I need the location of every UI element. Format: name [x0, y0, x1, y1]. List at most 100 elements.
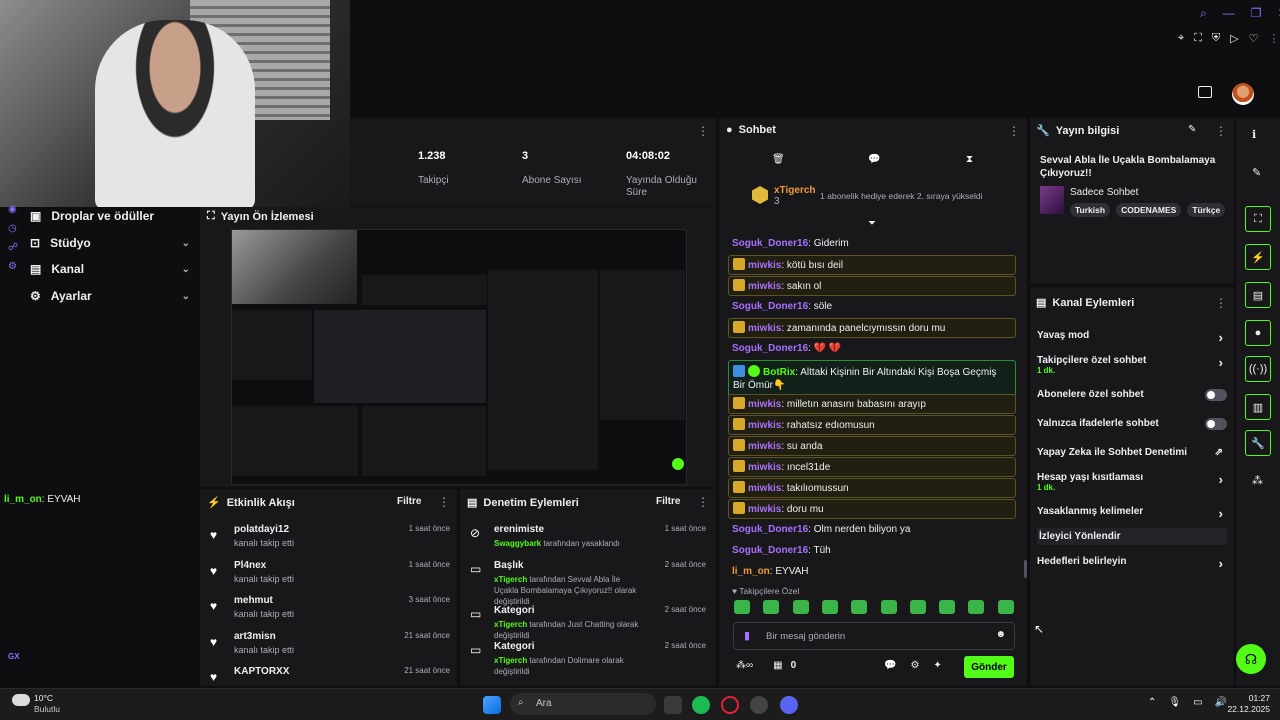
chat-message[interactable]: li_m_on: EYVAH: [728, 562, 1016, 582]
channel-action-item[interactable]: Yasaklanmış kelimeler ›: [1037, 506, 1227, 521]
channel-action-item[interactable]: Yalnızca ifadelerle sohbet: [1037, 418, 1227, 430]
spotify-icon[interactable]: [692, 696, 710, 714]
mic-icon[interactable]: ▮: [744, 629, 750, 642]
kebab-icon[interactable]: ⋮: [438, 495, 450, 509]
menu-icon[interactable]: ⋮: [1269, 32, 1280, 45]
emote-icon[interactable]: [939, 600, 956, 614]
kebab-icon[interactable]: ⋮: [1215, 124, 1227, 138]
gear-icon[interactable]: ⚙: [910, 660, 919, 671]
pencil-icon[interactable]: ✎: [1252, 166, 1261, 179]
shield-icon[interactable]: ⛨: [1212, 32, 1220, 45]
collapse-icon[interactable]: ⏷: [868, 218, 876, 229]
weather-widget[interactable]: 10°C Bulutlu: [34, 693, 60, 715]
channel-action-item[interactable]: Takipçilere özel sohbet 1 dk. ›: [1037, 355, 1227, 375]
pin-icon[interactable]: ⌖: [1178, 32, 1184, 45]
emote-icon[interactable]: [880, 600, 897, 614]
chat-message[interactable]: Soguk_Doner16: Tüh: [728, 541, 1016, 561]
sidebar-item-studio[interactable]: ⊡ Stüdyo ⌄: [30, 236, 190, 250]
rail-icon-2[interactable]: ◷: [8, 223, 18, 234]
screenshot-icon[interactable]: ⛶: [1194, 32, 1202, 45]
chat-scrollbar[interactable]: [1024, 560, 1027, 578]
channel-action-item[interactable]: Yapay Zeka ile Sohbet Denetimi ⇗: [1037, 447, 1227, 458]
moderation-item[interactable]: ⊘ erenimiste Swaggybark tarafından yasak…: [470, 524, 706, 558]
chat-hourglass-icon[interactable]: ⧗: [966, 154, 973, 165]
tag[interactable]: CODENAMES: [1116, 203, 1182, 217]
notes-icon[interactable]: ▤: [1245, 282, 1271, 308]
info-icon[interactable]: ℹ: [1252, 128, 1256, 141]
moderation-item[interactable]: ▭ Başlık xTigerch tarafından Sevval Abla…: [470, 560, 706, 606]
rail-icon-1[interactable]: ◉: [8, 204, 18, 215]
chat-message[interactable]: Soguk_Doner16: Olm nerden biliyon ya: [728, 520, 1016, 540]
emote-icon[interactable]: [851, 600, 868, 614]
chat-message[interactable]: Soguk_Doner16: Giderim: [728, 234, 1016, 254]
channel-action-item[interactable]: Abonelere özel sohbet: [1037, 389, 1227, 401]
chat-message[interactable]: Soguk_Doner16: söle: [728, 297, 1016, 317]
studio-mode-icon[interactable]: [1198, 86, 1212, 98]
infinity-icon[interactable]: ⁂∞: [736, 660, 753, 671]
chat-comment-icon[interactable]: 💬: [868, 154, 880, 165]
windows-start-icon[interactable]: [483, 696, 501, 714]
emote-icon[interactable]: [734, 600, 750, 614]
app-icon[interactable]: [750, 696, 768, 714]
sidebar-item-settings[interactable]: ⚙ Ayarlar ⌄: [30, 289, 190, 303]
opera-gx-icon[interactable]: [721, 696, 739, 714]
channel-action-item[interactable]: Yavaş mod ›: [1037, 330, 1227, 345]
moderation-filter-button[interactable]: Filtre: [656, 496, 680, 507]
clock[interactable]: 01:27 22.12.2025: [1226, 693, 1270, 715]
toggle-switch[interactable]: [1205, 389, 1227, 401]
sidebar-item-drops[interactable]: ▣ Droplar ve ödüller: [30, 209, 190, 223]
chat-message[interactable]: miwkis: zamanında panelcıymıssın doru mu: [728, 318, 1016, 338]
channel-action-item[interactable]: İzleyici Yönlendir: [1037, 528, 1227, 545]
monitor-icon[interactable]: ▭: [1193, 697, 1202, 708]
preview-video[interactable]: [231, 229, 687, 485]
broadcast-icon[interactable]: ((·)): [1245, 356, 1271, 382]
share-icon[interactable]: ⁂: [1252, 474, 1263, 487]
chat-trash-icon[interactable]: 🗑: [772, 154, 785, 165]
toggle-switch[interactable]: [1205, 418, 1227, 430]
layout-icon[interactable]: ▥: [1245, 394, 1271, 420]
activity-filter-button[interactable]: Filtre: [397, 496, 421, 507]
chat-message[interactable]: miwkis: kötü bısı deil: [728, 255, 1016, 275]
tag[interactable]: Türkçe: [1187, 203, 1226, 217]
emote-icon[interactable]: [968, 600, 985, 614]
chat-input[interactable]: ▮ Bir mesaj gönderin ☻: [733, 622, 1015, 650]
chat-message[interactable]: miwkis: rahatsız edıomusun: [728, 415, 1016, 435]
kebab-icon[interactable]: ⋮: [1008, 124, 1020, 138]
kebab-icon[interactable]: ⋮: [1215, 296, 1227, 310]
search-icon[interactable]: ⌕: [1200, 6, 1207, 21]
emote-icon[interactable]: [909, 600, 926, 614]
emoji-icon[interactable]: ☻: [995, 629, 1006, 640]
emote-icon[interactable]: [997, 600, 1014, 614]
rail-icon-3[interactable]: ☍: [8, 242, 18, 253]
tag[interactable]: Turkish: [1070, 203, 1111, 217]
chat-message[interactable]: miwkis: sakın ol: [728, 276, 1016, 296]
chat-message[interactable]: miwkis: doru mu: [728, 499, 1016, 519]
help-headset-button[interactable]: ☊: [1236, 644, 1266, 674]
kebab-icon[interactable]: ⋮: [697, 495, 709, 509]
chat-message[interactable]: miwkis: ıncel31de: [728, 457, 1016, 477]
chat-message[interactable]: miwkis: milletın anasını babasını arayıp: [728, 394, 1016, 414]
chevron-up-icon[interactable]: ⌃: [1148, 697, 1156, 708]
channel-action-item[interactable]: Hesap yaşı kısıtlaması 1 dk. ›: [1037, 472, 1227, 492]
activity-item[interactable]: ♥ mehmut kanalı takip etti 3 saat önce: [210, 595, 450, 629]
chat-message[interactable]: miwkis: takılıomussun: [728, 478, 1016, 498]
wrench-icon[interactable]: 🔧: [1245, 430, 1271, 456]
moderation-item[interactable]: ▭ Kategori xTigerch tarafından Dolimare …: [470, 641, 706, 676]
activity-item[interactable]: ♥ polatdayi12 kanalı takip etti 1 saat ö…: [210, 524, 450, 558]
emote-icon[interactable]: [763, 600, 780, 614]
channel-action-item[interactable]: Hedefleri belirleyin ›: [1037, 556, 1227, 571]
minimize-icon[interactable]: —: [1223, 6, 1235, 21]
discord-icon[interactable]: [780, 696, 798, 714]
gift-icon[interactable]: ▦: [773, 660, 782, 671]
play-icon[interactable]: ▷: [1230, 32, 1238, 45]
sidebar-item-channel[interactable]: ▤ Kanal ⌄: [30, 262, 190, 276]
restore-icon[interactable]: ❐: [1251, 6, 1262, 21]
lightning-icon[interactable]: ⚡: [1245, 244, 1271, 270]
mic-icon[interactable]: 🎙: [1168, 697, 1181, 708]
pencil-icon[interactable]: ✎: [1188, 124, 1196, 135]
avatar[interactable]: [1232, 83, 1254, 105]
moderation-item[interactable]: ▭ Kategori xTigerch tarafından Just Chat…: [470, 605, 706, 640]
chat-settings-bubble-icon[interactable]: 💬: [884, 660, 896, 671]
emote-menu-icon[interactable]: ✦: [933, 660, 941, 671]
chat-message[interactable]: BotRix: Alttaki Kişinin Bir Altındaki Ki…: [728, 360, 1016, 397]
